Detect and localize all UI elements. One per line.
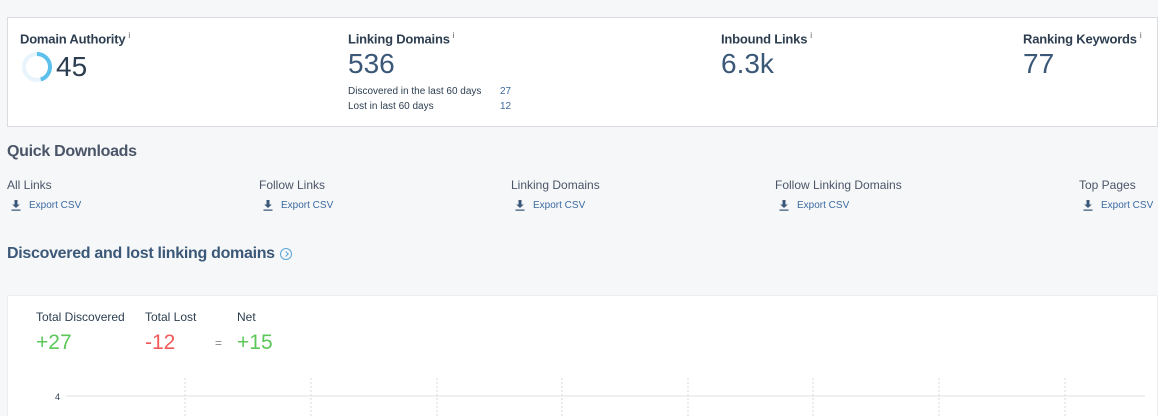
download-icon: [1083, 200, 1093, 211]
domain-authority-value: 45: [56, 51, 88, 83]
info-icon[interactable]: i: [1140, 31, 1142, 40]
export-csv-linking-domains-button[interactable]: Export CSV: [515, 200, 600, 211]
export-csv-all-links-button[interactable]: Export CSV: [11, 200, 81, 211]
ranking-keywords-value: 77: [1023, 48, 1055, 80]
info-icon[interactable]: i: [810, 31, 812, 40]
export-csv-follow-links-button[interactable]: Export CSV: [263, 200, 333, 211]
ranking-keywords-label: Ranking Keywords i: [1023, 31, 1142, 47]
discovered-lost-chart: 4: [55, 378, 1145, 416]
info-icon[interactable]: i: [453, 31, 455, 40]
metric-domain-authority: Domain Authority i 45: [20, 31, 130, 84]
inbound-links-label: Inbound Links i: [721, 31, 812, 47]
domain-authority-label: Domain Authority i: [20, 31, 130, 47]
discovered-lost-title: Discovered and lost linking domains: [7, 245, 292, 263]
info-icon[interactable]: i: [128, 31, 130, 40]
export-csv-follow-linking-domains-button[interactable]: Export CSV: [779, 200, 902, 211]
export-csv-top-pages-button[interactable]: Export CSV: [1083, 200, 1153, 211]
download-icon: [515, 200, 525, 211]
discovered-row: Discovered in the last 60 days 27: [348, 86, 512, 98]
download-follow-links: Follow Links Export CSV: [259, 178, 334, 211]
linking-domains-label: Linking Domains i: [348, 31, 455, 47]
metrics-card: Domain Authority i 45 Linking Domains i 53…: [7, 17, 1158, 127]
domain-authority-ring: [22, 52, 52, 83]
download-icon: [263, 200, 273, 211]
info-circle-icon[interactable]: [279, 248, 292, 260]
lost-row: Lost in last 60 days 12: [348, 101, 512, 113]
download-linking-domains: Linking Domains Export CSV: [511, 178, 600, 211]
linking-domains-value: 536: [348, 48, 395, 80]
download-follow-linking-domains: Follow Linking Domains Export CSV: [775, 178, 902, 211]
metric-inbound-links: Inbound Links i 6.3k: [721, 31, 812, 78]
metric-linking-domains: Linking Domains i 536 Discovered in the l…: [348, 31, 511, 114]
download-top-pages: Top Pages Export CSV: [1079, 178, 1154, 211]
download-all-links: All Links Export CSV: [7, 178, 82, 211]
download-icon: [11, 200, 21, 211]
download-icon: [779, 200, 789, 211]
y-tick-4: 4: [55, 392, 60, 402]
inbound-links-value: 6.3k: [721, 48, 774, 80]
discovered-lost-chart-card: Total Discovered +27 Total Lost -12 = Ne…: [7, 295, 1158, 416]
quick-downloads-title: Quick Downloads: [7, 143, 137, 160]
metric-ranking-keywords: Ranking Keywords i 77: [1023, 31, 1142, 80]
